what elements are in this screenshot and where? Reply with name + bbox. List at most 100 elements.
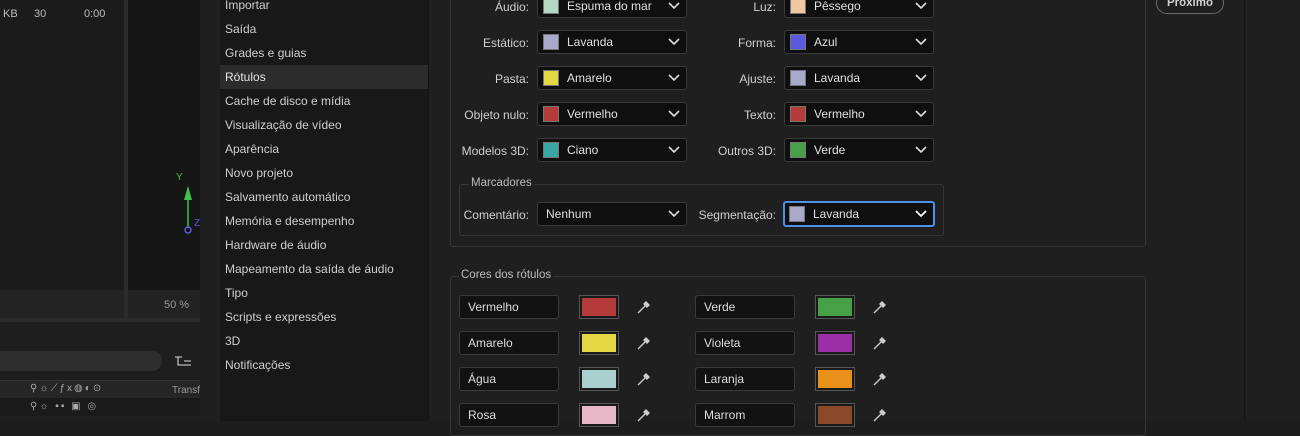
label-name-field[interactable]: Verde xyxy=(695,295,795,319)
markers-title: Marcadores xyxy=(469,177,534,189)
label-color-chip[interactable] xyxy=(815,367,855,391)
label-name-field[interactable]: Rosa xyxy=(459,403,559,427)
nav-item-novo-projeto[interactable]: Novo projeto xyxy=(220,161,428,185)
nav-item-mapeamento-audio[interactable]: Mapeamento da saída de áudio xyxy=(220,257,428,281)
outros-3d-label: Outros 3D: xyxy=(717,144,776,158)
objeto-nulo-swatch xyxy=(543,106,559,122)
estatico-swatch xyxy=(543,34,559,50)
eyedropper-icon[interactable] xyxy=(636,299,652,315)
content-separator xyxy=(428,0,429,421)
forma-value: Azul xyxy=(814,35,838,49)
segmentacao-value: Lavanda xyxy=(813,207,860,221)
chevron-down-icon xyxy=(909,68,933,88)
audio-label: Áudio: xyxy=(494,0,529,14)
ajuste-dropdown[interactable]: Lavanda xyxy=(784,66,934,90)
label-color-chip[interactable] xyxy=(815,295,855,319)
label-color-chip[interactable] xyxy=(815,403,855,427)
label-color-chip[interactable] xyxy=(579,331,619,355)
chevron-down-icon xyxy=(909,104,933,124)
flowchart-icon[interactable] xyxy=(174,354,192,368)
ajuste-swatch xyxy=(790,70,806,86)
nav-item-cache[interactable]: Cache de disco e mídia xyxy=(220,89,428,113)
label-name-field[interactable]: Marrom xyxy=(695,403,795,427)
nav-item-visualizacao-video[interactable]: Visualização de vídeo xyxy=(220,113,428,137)
texto-swatch xyxy=(790,106,806,122)
nav-item-notificacoes[interactable]: Notificações xyxy=(220,353,428,377)
composition-viewer[interactable] xyxy=(128,0,200,290)
nav-item-tipo[interactable]: Tipo xyxy=(220,281,428,305)
pasta-label: Pasta: xyxy=(494,72,529,86)
eyedropper-icon[interactable] xyxy=(872,299,888,315)
luz-value: Pêssego xyxy=(814,0,861,13)
nav-item-salvamento[interactable]: Salvamento automático xyxy=(220,185,428,209)
chevron-down-icon xyxy=(662,32,686,52)
label-name-field[interactable]: Amarelo xyxy=(459,331,559,355)
label-name-field[interactable]: Água xyxy=(459,367,559,391)
audio-dropdown[interactable]: Espuma do mar xyxy=(537,0,687,18)
label-color-chip[interactable] xyxy=(579,403,619,427)
nav-item-scripts[interactable]: Scripts e expressões xyxy=(220,305,428,329)
estatico-label: Estático: xyxy=(482,36,529,50)
luz-label: Luz: xyxy=(753,0,776,14)
forma-label: Forma: xyxy=(737,36,776,50)
pasta-dropdown[interactable]: Amarelo xyxy=(537,66,687,90)
nav-item-grades-guias[interactable]: Grades e guias xyxy=(220,41,428,65)
chevron-down-icon xyxy=(909,140,933,160)
nav-item-3d[interactable]: 3D xyxy=(220,329,428,353)
nav-item-memoria[interactable]: Memória e desempenho xyxy=(220,209,428,233)
layer-switches-icons: ⚲☼ ▪▪ ▣ ◎ xyxy=(30,401,99,412)
axis-y-label: Y xyxy=(176,172,183,183)
outros-3d-swatch xyxy=(790,142,806,158)
audio-swatch xyxy=(543,0,559,14)
switches-icons: ⚲☼⟋ƒx◍◐⊙ xyxy=(30,383,104,394)
eyedropper-icon[interactable] xyxy=(872,335,888,351)
comentario-value: Nenhum xyxy=(546,207,592,221)
outros-3d-dropdown[interactable]: Verde xyxy=(784,138,934,162)
segmentacao-swatch xyxy=(789,206,805,222)
label-color-chip[interactable] xyxy=(579,367,619,391)
chevron-down-icon xyxy=(662,140,686,160)
nav-item-rotulos[interactable]: Rótulos xyxy=(220,65,428,89)
eyedropper-icon[interactable] xyxy=(872,371,888,387)
modelos-3d-value: Ciano xyxy=(567,143,599,157)
chevron-down-icon xyxy=(662,68,686,88)
outros-3d-value: Verde xyxy=(814,143,846,157)
segmentacao-label: Segmentação: xyxy=(698,208,776,222)
eyedropper-icon[interactable] xyxy=(636,371,652,387)
nav-item-aparencia[interactable]: Aparência xyxy=(220,137,428,161)
stat-time: 0:00 xyxy=(84,8,106,20)
chevron-down-icon xyxy=(909,32,933,52)
label-name-field[interactable]: Violeta xyxy=(695,331,795,355)
segmentacao-dropdown[interactable]: Lavanda xyxy=(783,201,935,227)
forma-dropdown[interactable]: Azul xyxy=(784,30,934,54)
chevron-down-icon xyxy=(662,204,686,224)
texto-dropdown[interactable]: Vermelho xyxy=(784,102,934,126)
modelos-3d-dropdown[interactable]: Ciano xyxy=(537,138,687,162)
estatico-dropdown[interactable]: Lavanda xyxy=(537,30,687,54)
objeto-nulo-dropdown[interactable]: Vermelho xyxy=(537,102,687,126)
luz-swatch xyxy=(790,0,806,14)
next-button[interactable]: Próximo xyxy=(1156,0,1224,14)
estatico-value: Lavanda xyxy=(567,35,614,49)
luz-dropdown[interactable]: Pêssego xyxy=(784,0,934,18)
project-panel xyxy=(0,0,124,290)
modelos-3d-swatch xyxy=(543,142,559,158)
label-colors-title: Cores dos rótulos xyxy=(459,269,554,281)
nav-item-hardware-audio[interactable]: Hardware de áudio xyxy=(220,233,428,257)
stat-count: 30 xyxy=(34,8,47,20)
pasta-swatch xyxy=(543,70,559,86)
modelos-3d-label: Modelos 3D: xyxy=(461,144,529,158)
ajuste-value: Lavanda xyxy=(814,71,861,85)
nav-item-importar[interactable]: Importar xyxy=(220,0,428,17)
label-color-chip[interactable] xyxy=(579,295,619,319)
eyedropper-icon[interactable] xyxy=(636,335,652,351)
zoom-level[interactable]: 50 % xyxy=(164,299,189,311)
forma-swatch xyxy=(790,34,806,50)
nav-item-saida[interactable]: Saída xyxy=(220,17,428,41)
timeline-search-input[interactable] xyxy=(0,351,162,371)
label-color-chip[interactable] xyxy=(815,331,855,355)
comentario-dropdown[interactable]: Nenhum xyxy=(537,202,687,226)
label-name-field[interactable]: Vermelho xyxy=(459,295,559,319)
label-name-field[interactable]: Laranja xyxy=(695,367,795,391)
comentario-label: Comentário: xyxy=(463,208,529,222)
